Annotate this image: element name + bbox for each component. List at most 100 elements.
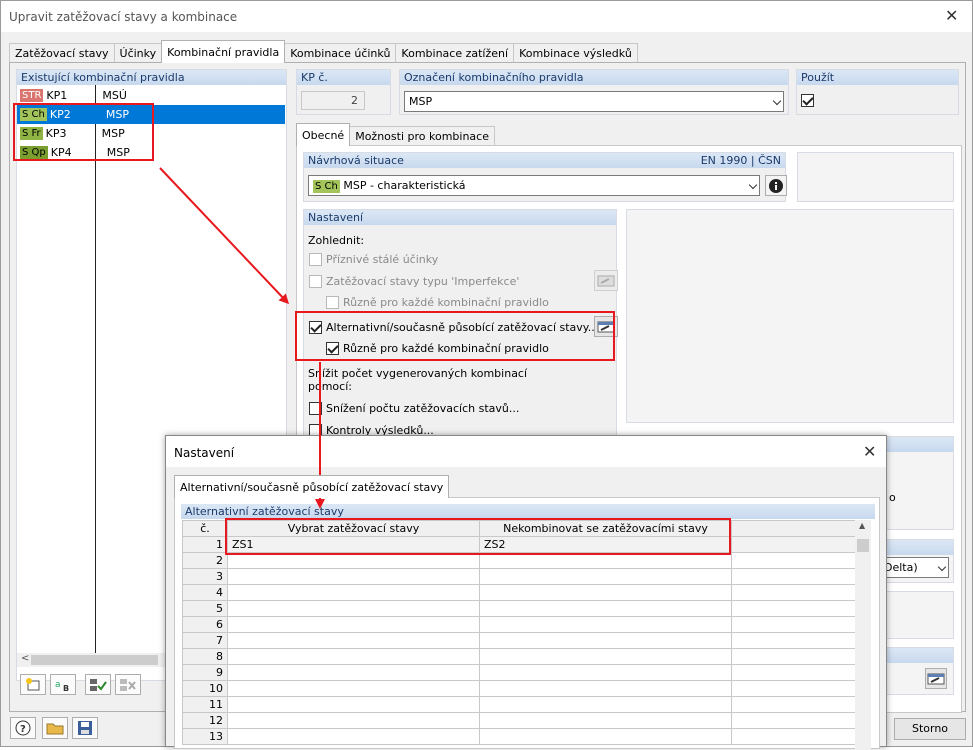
exclude-load-cases-cell[interactable] <box>479 616 732 633</box>
select-load-cases-cell[interactable] <box>227 712 480 729</box>
save-button[interactable] <box>72 717 98 739</box>
rule-type-badge: S Ch <box>20 108 47 121</box>
designation-combo[interactable]: MSP <box>404 91 784 112</box>
tab-load-combinations[interactable]: Kombinace zatížení <box>395 43 515 63</box>
select-load-cases-cell[interactable] <box>227 648 480 665</box>
tab-result-combinations[interactable]: Kombinace výsledků <box>513 43 638 63</box>
imperfection-checkbox[interactable] <box>309 275 322 288</box>
alternative-different-checkbox[interactable] <box>326 342 339 355</box>
rule-id: KP2 <box>49 108 71 121</box>
select-load-cases-cell[interactable] <box>227 696 480 713</box>
partial-text: o <box>889 491 896 504</box>
tab-alternative-load-cases[interactable]: Alternativní/současně působící zatěžovac… <box>174 475 450 498</box>
right-panel-edit-button[interactable] <box>925 668 947 689</box>
open-button[interactable] <box>42 717 68 739</box>
new-rule-button[interactable] <box>20 674 46 695</box>
select-load-cases-cell[interactable] <box>227 600 480 617</box>
exclude-load-cases-cell[interactable] <box>479 696 732 713</box>
select-load-cases-cell[interactable] <box>227 584 480 601</box>
empty-cell <box>731 696 856 713</box>
designation-label: Označení kombinačního pravidla <box>400 70 788 85</box>
info-button[interactable] <box>765 175 787 196</box>
check-rule-button[interactable] <box>85 674 111 695</box>
select-load-cases-cell[interactable] <box>227 728 480 745</box>
rule-row[interactable]: STR KP1 MSÚ <box>17 86 285 105</box>
table-row: 10 <box>182 680 856 697</box>
reduce-label-line2: pomocí: <box>308 380 352 393</box>
alternative-different-label: Různě pro každé kombinační pravidlo <box>343 342 549 355</box>
select-load-cases-cell[interactable] <box>227 680 480 697</box>
tab-load-cases[interactable]: Zatěžovací stavy <box>9 43 115 63</box>
table-row: 6 <box>182 616 856 633</box>
main-tabs: Zatěžovací stavy Účinky Kombinační pravi… <box>9 40 638 63</box>
exclude-load-cases-cell[interactable] <box>479 664 732 681</box>
exclude-load-cases-cell[interactable] <box>479 648 732 665</box>
svg-text:a: a <box>55 680 61 690</box>
table-vscroll[interactable]: ▲ <box>855 520 871 750</box>
close-icon[interactable]: ✕ <box>945 8 958 24</box>
dialog-tab-content: Alternativní zatěžovací stavy č. Vybrat … <box>174 497 880 750</box>
tab-effects[interactable]: Účinky <box>113 43 163 63</box>
favorable-permanent-label: Příznivé stálé účinky <box>326 253 439 266</box>
select-load-cases-cell[interactable] <box>227 568 480 585</box>
exclude-load-cases-cell[interactable] <box>479 632 732 649</box>
select-load-cases-cell[interactable] <box>227 664 480 681</box>
imperfection-different-checkbox[interactable] <box>326 296 339 309</box>
rename-rule-button[interactable]: aB <box>50 674 76 695</box>
use-checkbox[interactable] <box>801 94 814 107</box>
design-situation-combo[interactable]: S Ch MSP - charakteristická <box>308 175 760 196</box>
tab-combination-options[interactable]: Možnosti pro kombinace <box>349 126 495 146</box>
column-header-empty <box>731 520 856 537</box>
alternative-load-cases-edit-button[interactable] <box>594 316 618 337</box>
empty-cell <box>731 536 856 553</box>
empty-cell <box>731 664 856 681</box>
exclude-load-cases-cell[interactable] <box>479 600 732 617</box>
select-load-cases-cell[interactable] <box>227 632 480 649</box>
exclude-load-cases-cell[interactable] <box>479 584 732 601</box>
storno-button[interactable]: Storno <box>894 718 966 740</box>
table-row: 4 <box>182 584 856 601</box>
use-group: Použít <box>796 69 959 115</box>
exclude-load-cases-cell[interactable]: ZS2 <box>479 536 732 553</box>
tab-general[interactable]: Obecné <box>296 123 351 146</box>
imperfection-edit-button[interactable] <box>594 270 618 291</box>
folder-icon <box>46 723 64 735</box>
chevron-down-icon <box>748 180 758 190</box>
exclude-load-cases-cell[interactable] <box>479 712 732 729</box>
exclude-load-cases-cell[interactable] <box>479 728 732 745</box>
window-title: Upravit zatěžovací stavy a kombinace <box>9 10 238 24</box>
select-load-cases-cell[interactable]: ZS1 <box>227 536 480 553</box>
row-number: 1 <box>182 536 228 553</box>
analysis-method-combo[interactable]: -Delta) <box>877 557 949 578</box>
reduce-load-cases-checkbox[interactable] <box>309 402 322 415</box>
design-situation-header: Návrhová situace EN 1990 | ČSN <box>304 153 785 168</box>
empty-cell <box>731 648 856 665</box>
tab-combination-rules[interactable]: Kombinační pravidla <box>161 40 286 63</box>
rule-row[interactable]: S Fr KP3 MSP <box>17 124 285 143</box>
design-situation-value: MSP - charakteristická <box>343 179 466 192</box>
alternative-load-cases-header: Alternativní zatěžovací stavy <box>181 504 875 519</box>
svg-text:?: ? <box>20 724 26 735</box>
empty-cell <box>731 600 856 617</box>
exclude-load-cases-cell[interactable] <box>479 552 732 569</box>
rule-row[interactable]: S Qp KP4 MSP <box>17 143 285 162</box>
select-load-cases-cell[interactable] <box>227 552 480 569</box>
help-icon: ? <box>15 720 31 736</box>
favorable-permanent-checkbox[interactable] <box>309 253 322 266</box>
help-button[interactable]: ? <box>10 717 36 739</box>
imperfection-different-label: Různě pro každé kombinační pravidlo <box>343 296 549 309</box>
tab-effect-combinations[interactable]: Kombinace účinků <box>284 43 397 63</box>
rule-name: MSP <box>101 127 125 140</box>
table-row: 8 <box>182 648 856 665</box>
row-number: 8 <box>182 648 228 665</box>
alternative-load-cases-checkbox[interactable] <box>309 321 322 334</box>
exclude-load-cases-cell[interactable] <box>479 680 732 697</box>
rule-row[interactable]: S Ch KP2 MSP <box>17 105 285 124</box>
delete-rule-button[interactable] <box>115 674 141 695</box>
exclude-load-cases-cell[interactable] <box>479 568 732 585</box>
close-icon[interactable]: ✕ <box>863 444 876 460</box>
kp-number-label: KP č. <box>297 70 390 85</box>
design-situation-group: Návrhová situace EN 1990 | ČSN S Ch MSP … <box>303 152 787 202</box>
standard-label: EN 1990 | ČSN <box>700 154 781 167</box>
select-load-cases-cell[interactable] <box>227 616 480 633</box>
